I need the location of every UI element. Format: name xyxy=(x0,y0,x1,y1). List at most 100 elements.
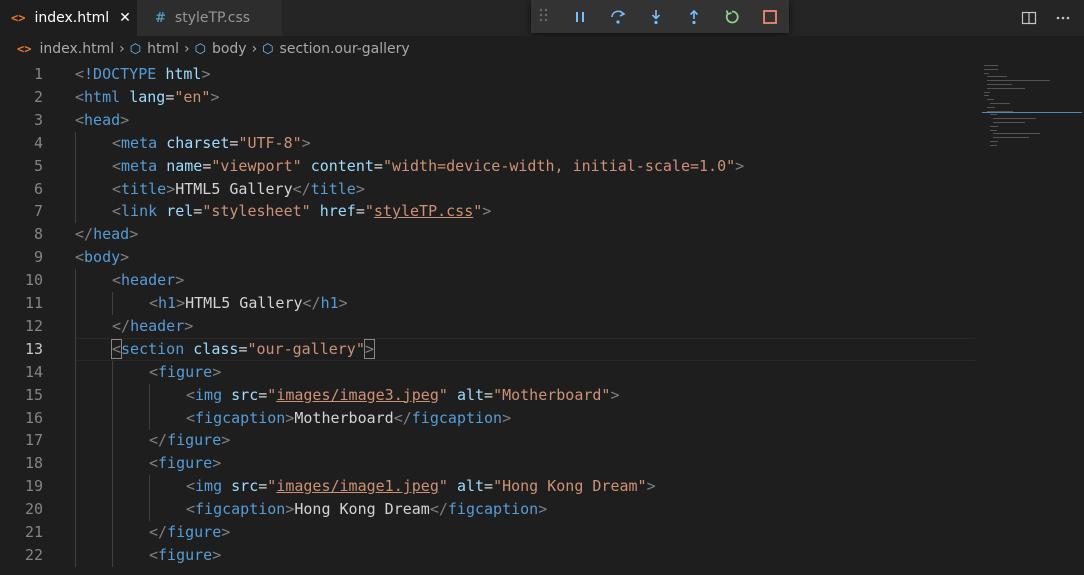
code-token: = xyxy=(355,202,365,221)
breadcrumb-item-file[interactable]: <> index.html xyxy=(17,41,114,57)
code-line[interactable]: 11 <h1>HTML5 Gallery</h1> xyxy=(0,292,1084,315)
indent-guide xyxy=(75,360,76,384)
code-line[interactable]: 20 <figcaption>Hong Kong Dream</figcaptio… xyxy=(0,498,1084,522)
code-token: html xyxy=(84,87,121,106)
code-text: <body> xyxy=(75,246,129,269)
code-token: header xyxy=(130,316,185,335)
code-line[interactable]: 5 <meta name="viewport" content="width=de… xyxy=(0,154,1084,178)
code-token: < xyxy=(186,477,196,496)
line-number: 21 xyxy=(24,523,43,541)
indent-guide xyxy=(75,131,76,155)
code-line[interactable]: 12 </header> xyxy=(0,314,1084,338)
step-into-button[interactable] xyxy=(637,3,675,31)
code-token: > xyxy=(482,202,492,221)
code-line[interactable]: 13 <section class="our-gallery"> xyxy=(0,337,1084,361)
code-token: > xyxy=(212,454,222,473)
code-token: = xyxy=(258,385,268,404)
indent-guide xyxy=(112,429,113,453)
code-line[interactable]: 14 <figure> xyxy=(0,360,1084,384)
step-over-button[interactable] xyxy=(599,3,637,31)
code-token: Hong Kong Dream xyxy=(294,500,430,519)
code-token: styleTP.css xyxy=(373,202,474,221)
code-token: > xyxy=(184,316,194,335)
pause-button[interactable] xyxy=(561,3,599,31)
code-line[interactable]: 6 <title>HTML5 Gallery</title> xyxy=(0,177,1084,201)
minimap-line xyxy=(987,84,1013,85)
indent-guide xyxy=(75,200,76,224)
chevron-right-icon: › xyxy=(119,41,125,57)
code-text: <meta charset="UTF-8"> xyxy=(112,132,311,155)
code-token: h1 xyxy=(320,294,339,312)
code-line[interactable]: 1 <!DOCTYPE html> xyxy=(0,63,1084,86)
indent-guide xyxy=(112,452,113,476)
step-out-icon xyxy=(689,9,699,24)
minimap-line xyxy=(993,118,1037,120)
code-line[interactable]: 18 <figure> xyxy=(0,452,1084,476)
code-text: <section class="our-gallery"> xyxy=(110,338,375,361)
code-line[interactable]: 10 <header> xyxy=(0,269,1084,293)
minimap-current-line xyxy=(982,112,1082,114)
indent-guide xyxy=(75,543,76,567)
line-number: 1 xyxy=(33,65,43,83)
code-text: <html lang="en"> xyxy=(75,86,220,109)
code-token: lang xyxy=(129,87,166,106)
step-over-icon xyxy=(611,9,626,24)
restart-button[interactable] xyxy=(713,3,751,31)
code-line[interactable]: 7 <link rel="stylesheet" href="styleTP.cs… xyxy=(0,200,1084,224)
code-token: class xyxy=(193,339,239,358)
code-line[interactable]: 8 </head> xyxy=(0,223,1084,246)
code-token: h1 xyxy=(158,294,177,312)
code-token: "stylesheet" xyxy=(202,202,311,221)
code-token: < xyxy=(186,500,196,519)
breadcrumb-item-body[interactable]: ⬡ body xyxy=(195,41,247,57)
minimap-line xyxy=(984,68,999,70)
indent-guide xyxy=(112,498,113,522)
tab-index-html[interactable]: <> index.html ✕ xyxy=(0,0,137,36)
minimap[interactable] xyxy=(982,63,1082,153)
tab-styletp-css[interactable]: # styleTP.css xyxy=(137,0,282,36)
code-line[interactable]: 15 <img src="images/image3.jpeg" alt="Mot… xyxy=(0,383,1084,407)
step-out-button[interactable] xyxy=(675,3,713,31)
close-icon[interactable]: ✕ xyxy=(119,10,131,26)
drag-grip-icon[interactable] xyxy=(539,8,561,26)
code-line[interactable]: 19 <img src="images/image1.jpeg" alt="Hon… xyxy=(0,475,1084,499)
code-line[interactable]: 16 <figcaption>Motherboard</figcaption> xyxy=(0,406,1084,430)
code-token: </ xyxy=(149,431,168,450)
code-token: > xyxy=(355,179,365,198)
code-token: </ xyxy=(292,179,311,198)
code-line[interactable]: 2 <html lang="en"> xyxy=(0,86,1084,109)
code-line[interactable]: 21 </figure> xyxy=(0,521,1084,544)
breadcrumb-item-html[interactable]: ⬡ html xyxy=(130,41,179,57)
code-text: <figcaption>Motherboard</figcaption> xyxy=(186,407,511,430)
code-line[interactable]: 4 <meta charset="UTF-8"> xyxy=(0,131,1084,155)
split-editor-icon[interactable] xyxy=(1016,6,1042,30)
code-line[interactable]: 9 <body> xyxy=(0,246,1084,269)
line-number: 22 xyxy=(24,545,43,564)
restart-icon xyxy=(725,9,739,23)
minimap-line xyxy=(990,141,999,142)
code-editor[interactable]: 1 <!DOCTYPE html> 2 <html lang="en"> 3 <head>… xyxy=(0,63,1084,575)
code-token: "Hong Kong Dream" xyxy=(493,477,647,496)
pause-icon xyxy=(576,11,584,22)
stop-icon xyxy=(763,9,777,24)
stop-button[interactable] xyxy=(751,3,789,31)
debug-toolbar xyxy=(531,0,789,33)
indent-guide xyxy=(75,292,76,315)
code-text: <figure> xyxy=(149,452,221,475)
code-line[interactable]: 17 </figure> xyxy=(0,429,1084,453)
code-token: < xyxy=(75,248,85,267)
code-token: " xyxy=(438,385,448,404)
code-token: "Motherboard" xyxy=(493,385,611,404)
indent-guide xyxy=(75,269,76,293)
editor-actions xyxy=(1016,0,1084,36)
code-line[interactable]: 22 <figure> xyxy=(0,543,1084,567)
code-token: = xyxy=(373,156,383,175)
more-actions-icon[interactable] xyxy=(1050,6,1076,30)
indent-guide xyxy=(149,498,150,522)
breadcrumb-item-section[interactable]: ⬡ section.our-gallery xyxy=(262,41,409,57)
code-line[interactable]: 3 <head> xyxy=(0,109,1084,132)
tab-label: index.html xyxy=(34,10,110,26)
html-file-icon: <> xyxy=(11,11,26,25)
